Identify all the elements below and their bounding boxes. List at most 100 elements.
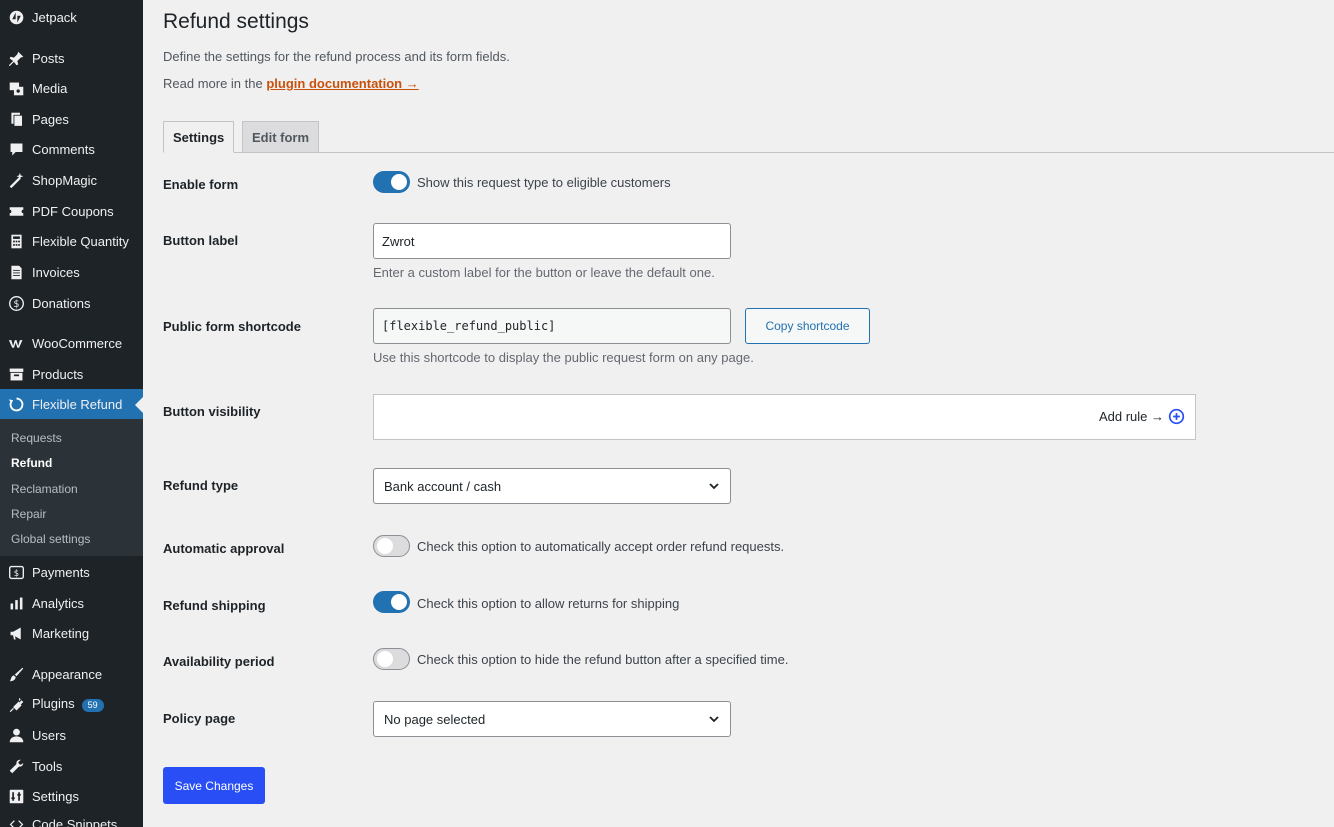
button-label-input[interactable]: Zwrot [373,223,731,259]
read-more-prefix: Read more in the [163,76,263,91]
availability-period-toggle[interactable] [373,648,410,670]
comment-icon [0,141,32,158]
menu-flexible-quantity[interactable]: Flexible Quantity [0,226,143,256]
magic-wand-icon [0,172,32,189]
menu-invoices[interactable]: Invoices [0,257,143,287]
svg-text:$: $ [13,298,19,309]
menu-donations[interactable]: $ Donations [0,288,143,318]
save-changes-button[interactable]: Save Changes [163,767,265,804]
policy-page-select[interactable]: No page selected [373,701,731,737]
menu-media[interactable]: Media [0,73,143,103]
menu-label: Media [32,80,68,96]
toggle-knob [391,174,407,190]
bar-chart-icon [0,595,32,612]
enable-form-toggle[interactable] [373,171,410,193]
tab-edit-form[interactable]: Edit form [242,121,320,153]
jetpack-icon [0,9,32,26]
menu-pages[interactable]: Pages [0,104,143,134]
automatic-approval-toggle[interactable] [373,535,410,557]
submenu-refund[interactable]: Refund [11,456,52,470]
chevron-down-icon [709,716,719,723]
menu-label: Tools [32,758,63,774]
menu-pdf-coupons[interactable]: PDF Coupons [0,196,143,226]
refund-shipping-toggle[interactable] [373,591,410,613]
submenu-repair[interactable]: Repair [11,507,46,521]
menu-label: Flexible Quantity [32,233,129,249]
menu-analytics[interactable]: Analytics [0,588,143,618]
menu-tools[interactable]: Tools [0,751,143,781]
menu-label: Settings [32,788,79,804]
automatic-approval-text: Check this option to automatically accep… [417,539,785,554]
menu-woocommerce[interactable]: WooCommerce [0,328,143,358]
menu-products[interactable]: Products [0,359,143,389]
toggle-knob [377,651,393,667]
wrench-icon [0,758,32,775]
refund-type-value: Bank account / cash [384,478,502,494]
refund-type-select[interactable]: Bank account / cash [373,468,731,504]
pin-icon [0,50,32,67]
main-content: Refund settings Define the settings for … [143,0,1334,827]
menu-label: WooCommerce [32,335,123,351]
enable-form-label: Enable form [163,177,239,192]
menu-posts[interactable]: Posts [0,43,143,73]
plugin-documentation-link[interactable]: plugin documentation → [266,76,418,91]
page-description: Define the settings for the refund proce… [163,49,510,64]
shortcode-label: Public form shortcode [163,319,301,334]
menu-label: Posts [32,50,65,66]
menu-code-snippets[interactable]: Code Snippets [0,809,143,827]
menu-label: Plugins 59 [32,696,104,712]
menu-label: Comments [32,141,95,157]
menu-plugins[interactable]: Plugins 59 [0,689,143,719]
menu-appearance[interactable]: Appearance [0,659,143,689]
pages-icon [0,111,32,128]
menu-label: Flexible Refund [32,396,123,412]
submenu-global-settings[interactable]: Global settings [11,532,90,546]
submenu-requests[interactable]: Requests [11,431,62,445]
refund-shipping-label: Refund shipping [163,598,266,613]
plugins-label: Plugins [32,696,75,712]
button-visibility-label: Button visibility [163,404,261,419]
visibility-rules-box: Add rule → [373,394,1196,440]
button-label-label: Button label [163,233,239,248]
copy-shortcode-button[interactable]: Copy shortcode [745,308,870,344]
add-rule-label: Add rule → [1098,409,1164,424]
user-icon [0,727,32,744]
woocommerce-icon [0,335,32,352]
enable-form-text: Show this request type to eligible custo… [417,175,671,190]
availability-period-text: Check this option to hide the refund but… [417,652,789,667]
invoice-icon [0,264,32,281]
shortcode-input[interactable]: [flexible_refund_public] [373,308,731,344]
menu-marketing[interactable]: Marketing [0,618,143,648]
tab-bar: Settings Edit form [163,121,1334,153]
paintbrush-icon [0,666,32,683]
plugin-icon [0,696,32,713]
menu-users[interactable]: Users [0,720,143,750]
menu-label: Code Snippets [32,816,118,827]
update-count-badge: 59 [81,698,104,712]
menu-label: PDF Coupons [32,203,114,219]
svg-text:$: $ [13,568,18,578]
menu-label: Marketing [32,625,90,641]
menu-label: Pages [32,111,69,127]
menu-label: Jetpack [32,9,77,25]
tab-settings[interactable]: Settings [163,121,235,153]
menu-label: Appearance [32,666,103,682]
menu-shopmagic[interactable]: ShopMagic [0,165,143,195]
calculator-icon [0,233,32,250]
menu-label: Analytics [32,595,85,611]
menu-label: Payments [32,564,90,580]
menu-comments[interactable]: Comments [0,134,143,164]
submenu-reclamation[interactable]: Reclamation [11,482,78,496]
menu-label: Products [32,366,84,382]
chevron-down-icon [709,483,719,490]
add-rule-button[interactable]: Add rule → [1099,408,1185,425]
page-title: Refund settings [163,10,309,33]
flexible-refund-submenu: Requests Refund Reclamation Repair Globa… [0,419,143,556]
admin-sidebar: Jetpack Posts Media Pages Comments ShopM… [0,0,143,827]
menu-payments[interactable]: $ Payments [0,557,143,587]
menu-jetpack[interactable]: Jetpack [0,2,143,32]
menu-settings[interactable]: Settings [0,781,143,811]
code-icon [0,816,32,827]
menu-flexible-refund[interactable]: Flexible Refund [0,389,143,419]
menu-label: Donations [32,295,91,311]
